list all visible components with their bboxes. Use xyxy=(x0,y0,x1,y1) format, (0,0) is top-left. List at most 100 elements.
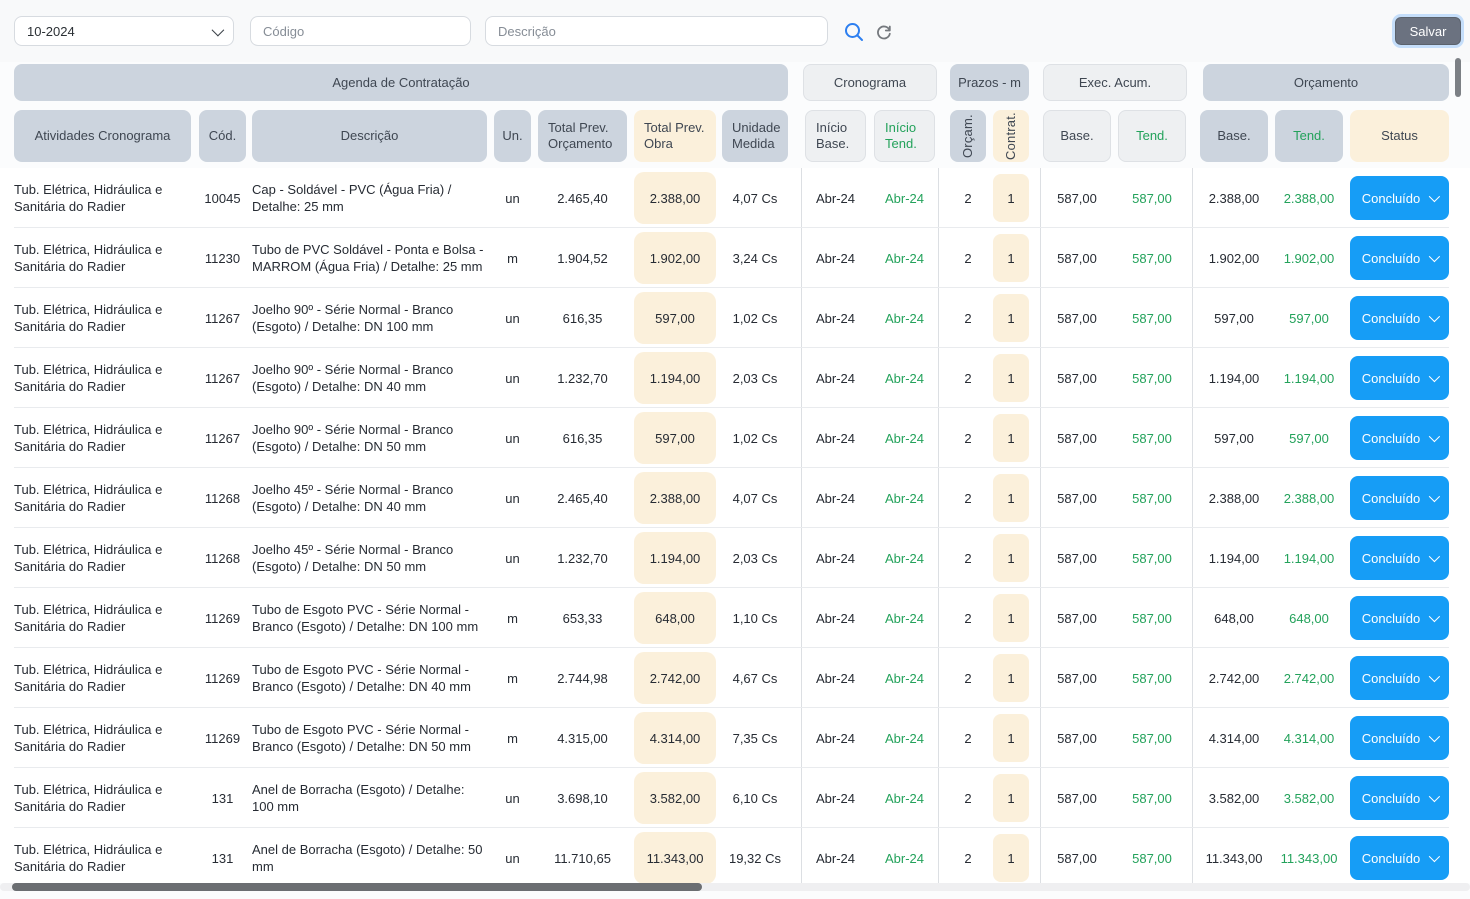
table-row: Tub. Elétrica, Hidráulica e Sanitária do… xyxy=(0,408,1470,468)
cell-contrat: 1 xyxy=(993,528,1029,588)
cell-code: 11267 xyxy=(204,310,241,326)
status-dropdown[interactable]: Concluído xyxy=(1350,776,1449,820)
cell-activity: Tub. Elétrica, Hidráulica e Sanitária do… xyxy=(14,842,163,874)
cell-orcamento-base: 2.742,00 xyxy=(1208,670,1260,686)
cell-total-prev-orcamento: 4.315,00 xyxy=(557,730,608,746)
cell-contrat: 1 xyxy=(993,588,1029,648)
cell-total-prev-orcamento: 11.710,65 xyxy=(554,850,611,866)
status-dropdown[interactable]: Concluído xyxy=(1350,716,1449,760)
cell-code: 11267 xyxy=(204,430,241,446)
cell-inicio-tend: Abr-24 xyxy=(884,550,925,566)
chevron-down-icon xyxy=(1429,670,1441,683)
cell-inicio-base: Abr-24 xyxy=(815,250,856,266)
search-icon xyxy=(843,21,865,43)
horizontal-scrollbar-track[interactable] xyxy=(0,883,1470,891)
col-orcam: Orçam. xyxy=(950,110,986,162)
period-select[interactable]: 10-2024 xyxy=(14,16,234,46)
cell-contrat: 1 xyxy=(993,168,1029,228)
cell-total-prev-obra-badge: 1.902,00 xyxy=(634,232,716,284)
col-orcamento-base: Base. xyxy=(1200,110,1268,162)
cell-total-prev-obra: 2.388,00 xyxy=(634,468,716,528)
cell-orcamento-base: 11.343,00 xyxy=(1205,850,1263,866)
col-descricao: Descrição xyxy=(252,110,487,162)
cell-orcam: 2 xyxy=(964,610,972,626)
cell-total-prev-obra-badge: 2.742,00 xyxy=(634,652,716,704)
cell-unidade-medida: 4,67 Cs xyxy=(732,670,778,686)
status-dropdown[interactable]: Concluído xyxy=(1350,236,1449,280)
cell-description: Anel de Borracha (Esgoto) / Detalhe: 50 … xyxy=(252,842,483,874)
status-dropdown[interactable]: Concluído xyxy=(1350,836,1449,880)
cell-exec-base: 587,00 xyxy=(1057,190,1097,206)
cell-contrat-badge: 1 xyxy=(993,234,1029,282)
col-total-prev-orcamento: Total Prev. Orçamento xyxy=(538,110,627,162)
status-dropdown[interactable]: Concluído xyxy=(1350,656,1449,700)
cell-description: Joelho 45º - Série Normal - Branco (Esgo… xyxy=(252,542,454,574)
chevron-down-icon xyxy=(1429,850,1441,863)
col-exec-base: Base. xyxy=(1043,110,1111,162)
cell-orcamento-tend: 2.742,00 xyxy=(1283,670,1335,686)
cell-contrat: 1 xyxy=(993,708,1029,768)
table-group-header: Agenda de Contratação Cronograma Prazos … xyxy=(0,64,1470,101)
refresh-button[interactable] xyxy=(872,20,896,44)
cell-unidade-medida: 6,10 Cs xyxy=(732,790,778,806)
status-dropdown[interactable]: Concluído xyxy=(1350,596,1449,640)
cell-exec-base: 587,00 xyxy=(1057,670,1097,686)
status-dropdown[interactable]: Concluído xyxy=(1350,476,1449,520)
status-dropdown[interactable]: Concluído xyxy=(1350,416,1449,460)
cell-description: Cap - Soldável - PVC (Água Fria) / Detal… xyxy=(252,182,452,214)
status-label: Concluído xyxy=(1361,490,1421,506)
cell-total-prev-obra: 597,00 xyxy=(634,288,716,348)
cell-orcamento-base: 597,00 xyxy=(1214,430,1254,446)
cell-total-prev-obra-badge: 1.194,00 xyxy=(634,352,716,404)
cell-code: 131 xyxy=(211,790,234,806)
cell-code: 10045 xyxy=(204,190,241,206)
cell-exec-base: 587,00 xyxy=(1057,250,1097,266)
cell-activity: Tub. Elétrica, Hidráulica e Sanitária do… xyxy=(14,602,163,634)
col-inicio-tend: Início Tend. xyxy=(874,110,935,162)
cell-exec-tend: 587,00 xyxy=(1132,370,1172,386)
save-button[interactable]: Salvar xyxy=(1395,17,1461,45)
codigo-input[interactable] xyxy=(250,16,471,46)
cell-inicio-base: Abr-24 xyxy=(815,790,856,806)
vertical-scrollbar-thumb[interactable] xyxy=(1455,58,1461,97)
status-dropdown[interactable]: Concluído xyxy=(1350,536,1449,580)
chevron-down-icon xyxy=(1429,310,1441,323)
cell-inicio-tend: Abr-24 xyxy=(884,250,925,266)
cell-description: Joelho 90º - Série Normal - Branco (Esgo… xyxy=(252,362,454,394)
cell-exec-base: 587,00 xyxy=(1057,550,1097,566)
cell-contrat-badge: 1 xyxy=(993,714,1029,762)
chevron-down-icon xyxy=(1429,730,1441,743)
cell-total-prev-obra-badge: 1.194,00 xyxy=(634,532,716,584)
cell-orcam: 2 xyxy=(964,850,972,866)
table-row: Tub. Elétrica, Hidráulica e Sanitária do… xyxy=(0,228,1470,288)
cell-inicio-base: Abr-24 xyxy=(815,550,856,566)
cell-inicio-base: Abr-24 xyxy=(815,610,856,626)
cell-exec-base: 587,00 xyxy=(1057,370,1097,386)
cell-code: 11268 xyxy=(204,550,241,566)
search-button[interactable] xyxy=(842,20,866,44)
cell-exec-tend: 587,00 xyxy=(1132,670,1172,686)
cell-orcamento-base: 2.388,00 xyxy=(1208,190,1260,206)
cell-code: 11269 xyxy=(204,730,241,746)
descricao-input[interactable] xyxy=(485,16,828,46)
cell-orcamento-tend: 2.388,00 xyxy=(1283,190,1335,206)
status-dropdown[interactable]: Concluído xyxy=(1350,296,1449,340)
cell-exec-tend: 587,00 xyxy=(1132,430,1172,446)
cell-total-prev-obra: 1.194,00 xyxy=(634,528,716,588)
cell-exec-tend: 587,00 xyxy=(1132,190,1172,206)
chevron-down-icon xyxy=(211,23,225,36)
cell-contrat-badge: 1 xyxy=(993,834,1029,882)
cell-orcamento-tend: 1.902,00 xyxy=(1283,250,1335,266)
cell-exec-tend: 587,00 xyxy=(1132,730,1172,746)
cell-exec-tend: 587,00 xyxy=(1132,790,1172,806)
cell-unidade-medida: 4,07 Cs xyxy=(732,490,778,506)
cell-contrat: 1 xyxy=(993,228,1029,288)
horizontal-scrollbar-thumb[interactable] xyxy=(12,883,702,891)
cell-total-prev-orcamento: 2.465,40 xyxy=(557,190,608,206)
group-agenda-de-contratacao: Agenda de Contratação xyxy=(14,64,788,101)
status-dropdown[interactable]: Concluído xyxy=(1350,176,1449,220)
col-contrat: Contrat. xyxy=(993,110,1029,162)
table-row: Tub. Elétrica, Hidráulica e Sanitária do… xyxy=(0,768,1470,828)
status-dropdown[interactable]: Concluído xyxy=(1350,356,1449,400)
col-status: Status xyxy=(1350,110,1449,162)
